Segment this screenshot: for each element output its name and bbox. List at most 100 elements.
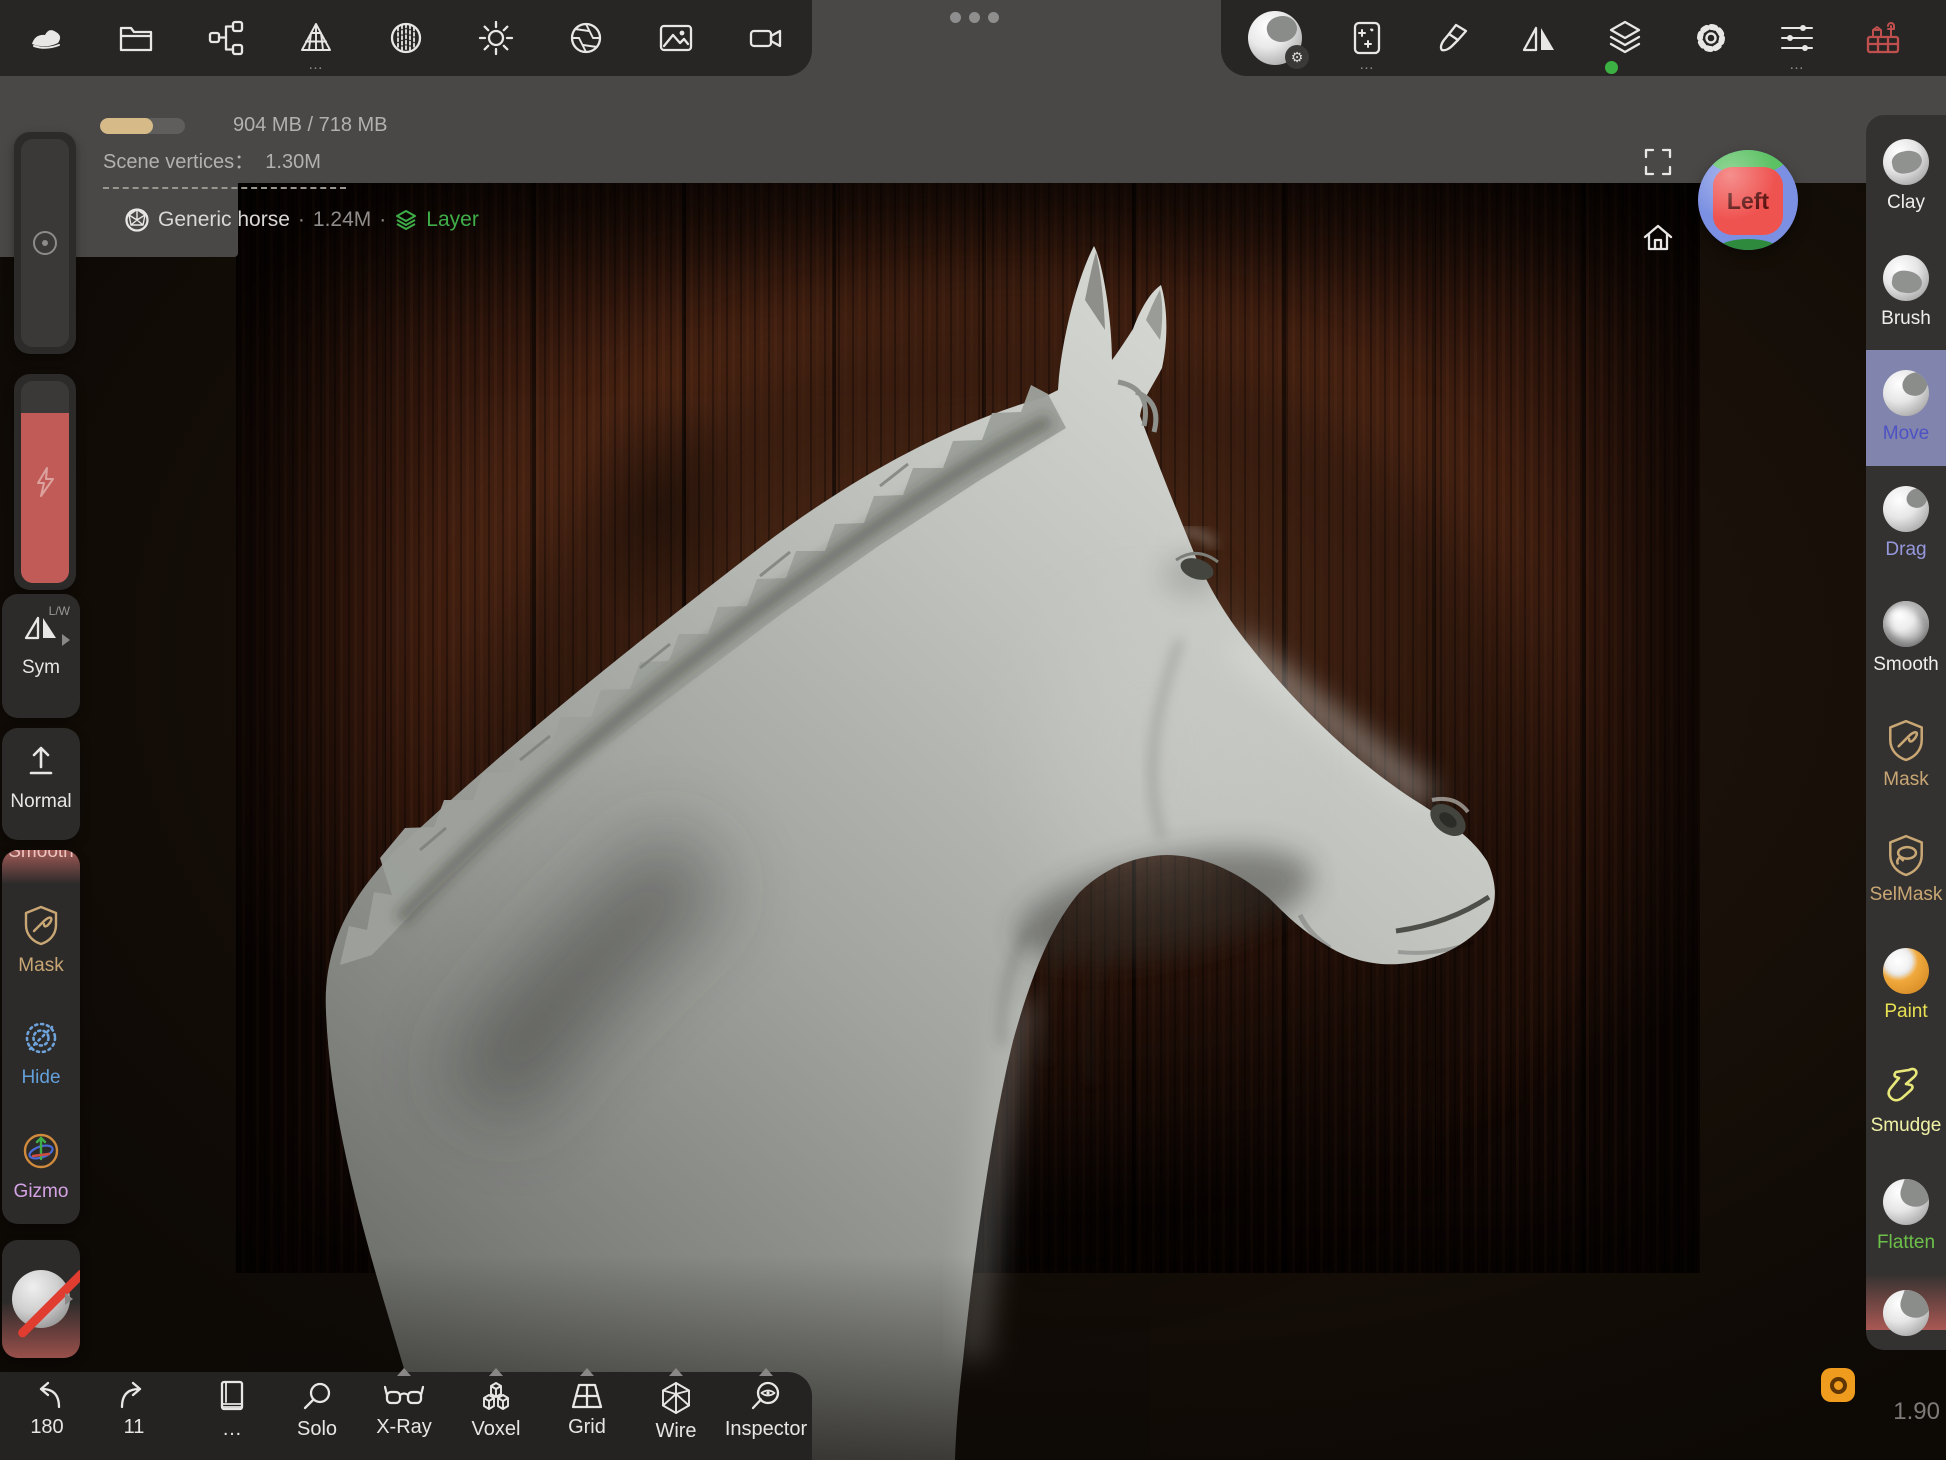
chevron-right-icon bbox=[62, 634, 76, 646]
stroke-normal-button[interactable]: Normal bbox=[2, 728, 80, 840]
unsaved-dot bbox=[1605, 61, 1618, 74]
caret-up-icon bbox=[669, 1368, 683, 1376]
material-none-button[interactable] bbox=[2, 1240, 80, 1358]
redo-button[interactable]: 11 bbox=[88, 1380, 180, 1439]
scene-graph-icon[interactable] bbox=[204, 16, 248, 60]
tool-brush[interactable]: Brush bbox=[1866, 235, 1946, 351]
mask-shield-icon bbox=[1885, 718, 1927, 762]
stamps-button[interactable]: … bbox=[1345, 16, 1389, 60]
gear-badge-icon: ⚙ bbox=[1285, 45, 1309, 69]
camera-icon[interactable] bbox=[744, 16, 788, 60]
matcap-sphere-icon: ⚙ bbox=[1248, 11, 1302, 65]
home-view-button[interactable] bbox=[1640, 220, 1676, 256]
tool-flatten[interactable]: Flatten bbox=[1866, 1159, 1946, 1275]
brush-sphere-icon bbox=[1883, 255, 1929, 301]
intensity-slider[interactable] bbox=[14, 374, 76, 590]
grid-button[interactable]: Grid bbox=[541, 1380, 633, 1439]
paint-mode-button[interactable] bbox=[1431, 16, 1475, 60]
fullscreen-button[interactable] bbox=[1640, 144, 1676, 180]
tool-smooth[interactable]: Smooth bbox=[2, 850, 80, 884]
sym-mode-label: L/W bbox=[49, 604, 70, 618]
mask-shield-icon bbox=[21, 904, 61, 946]
sphere-icon bbox=[1883, 1290, 1929, 1336]
undo-button[interactable]: 180 bbox=[1, 1380, 93, 1439]
tool-paint[interactable]: Paint bbox=[1866, 928, 1946, 1044]
flatten-sphere-icon bbox=[1883, 1179, 1929, 1225]
solo-button[interactable]: Solo bbox=[271, 1380, 363, 1441]
object-vertex-count: 1.24M bbox=[313, 208, 371, 232]
divider-dashed bbox=[103, 187, 346, 189]
tool-hide[interactable]: Hide bbox=[2, 997, 80, 1110]
radius-slider[interactable] bbox=[14, 132, 76, 354]
tool-smooth[interactable]: Smooth bbox=[1866, 581, 1946, 697]
caret-up-icon bbox=[489, 1368, 503, 1376]
tool-clay[interactable]: Clay bbox=[1866, 119, 1946, 235]
memory-usage-text: 904 MB / 718 MB bbox=[233, 114, 388, 137]
layers-button[interactable] bbox=[1603, 16, 1647, 60]
tool-selmask[interactable]: SelMask bbox=[1866, 812, 1946, 928]
object-header[interactable]: Generic horse · 1.24M · Layer bbox=[124, 207, 479, 233]
lighting-icon[interactable] bbox=[474, 16, 518, 60]
main-toolbar-left: … bbox=[0, 0, 812, 76]
sym-label: Sym bbox=[2, 657, 80, 679]
object-name: Generic horse bbox=[158, 208, 290, 232]
tool-mask[interactable]: Mask bbox=[1866, 697, 1946, 813]
smooth-sphere-icon bbox=[1883, 601, 1929, 647]
hide-dotted-icon bbox=[21, 1018, 61, 1058]
view-scale-value: 1.90 bbox=[1860, 1398, 1940, 1426]
selmask-shield-icon bbox=[1885, 833, 1927, 877]
wire-button[interactable]: Wire bbox=[630, 1380, 722, 1443]
caret-up-icon bbox=[397, 1368, 411, 1376]
gizmo-axes-icon bbox=[20, 1130, 62, 1172]
clay-sphere-icon bbox=[1883, 139, 1929, 185]
tool-smudge[interactable]: Smudge bbox=[1866, 1043, 1946, 1159]
files-icon[interactable] bbox=[114, 16, 158, 60]
voxel-button[interactable]: Voxel bbox=[450, 1380, 542, 1441]
material-icon[interactable] bbox=[384, 16, 428, 60]
material-sphere-icon bbox=[12, 1270, 70, 1328]
layer-icon bbox=[394, 208, 418, 232]
inspector-button[interactable]: Inspector bbox=[720, 1380, 812, 1441]
layer-label[interactable]: Layer bbox=[426, 208, 479, 232]
tool-drag[interactable]: Drag bbox=[1866, 466, 1946, 582]
left-tool-list[interactable]: Smooth Mask Hide Gizmo bbox=[2, 850, 80, 1224]
tool-mask[interactable]: Mask bbox=[2, 884, 80, 997]
main-toolbar-right: ⚙ … … bbox=[1221, 0, 1946, 76]
mesh-sphere-icon bbox=[124, 207, 150, 233]
background-image-icon[interactable] bbox=[654, 16, 698, 60]
move-sphere-icon bbox=[1883, 370, 1929, 416]
tool-move[interactable]: Move bbox=[1866, 350, 1946, 466]
multitask-dots-icon bbox=[950, 12, 999, 23]
scene-vertices: Scene vertices： 1.30M bbox=[103, 145, 321, 174]
debug-toolbox-button[interactable] bbox=[1861, 16, 1905, 60]
xray-button[interactable]: X-Ray bbox=[358, 1380, 450, 1439]
normal-label: Normal bbox=[2, 791, 80, 813]
radius-dot-icon bbox=[30, 228, 60, 258]
memory-usage-bar bbox=[100, 118, 185, 134]
caret-up-icon bbox=[580, 1368, 594, 1376]
tool-next-partial[interactable] bbox=[1866, 1274, 1946, 1330]
symmetry-button[interactable] bbox=[1517, 16, 1561, 60]
caret-up-icon bbox=[759, 1368, 773, 1376]
active-tool-preview-button[interactable]: ⚙ bbox=[1247, 16, 1303, 60]
memory-bar-fill bbox=[100, 118, 153, 134]
gizmo-shine bbox=[1698, 150, 1798, 250]
lightning-icon bbox=[30, 465, 60, 499]
paint-sphere-icon bbox=[1883, 948, 1929, 994]
record-badge-button[interactable] bbox=[1821, 1368, 1855, 1402]
topology-icon[interactable]: … bbox=[294, 16, 338, 60]
settings-button[interactable] bbox=[1689, 16, 1733, 60]
notes-button[interactable]: … bbox=[186, 1380, 278, 1441]
symmetry-button[interactable]: L/W Sym bbox=[2, 594, 80, 718]
bottom-toolbar: 180 11 … Solo X-Ray Voxel Grid Wire Insp… bbox=[0, 1372, 812, 1460]
interface-sliders-button[interactable]: … bbox=[1775, 16, 1819, 60]
normal-arrow-icon bbox=[22, 742, 60, 778]
orientation-gizmo[interactable]: Left bbox=[1698, 150, 1798, 250]
chevron-right-icon bbox=[65, 1293, 79, 1305]
smudge-finger-icon bbox=[1884, 1064, 1928, 1108]
postprocess-icon[interactable] bbox=[564, 16, 608, 60]
nomad-logo-icon[interactable] bbox=[24, 16, 68, 60]
drag-sphere-icon bbox=[1883, 486, 1929, 532]
tool-sidebar[interactable]: Clay Brush Move Drag Smooth Mask SelMask… bbox=[1866, 115, 1946, 1350]
tool-gizmo[interactable]: Gizmo bbox=[2, 1110, 80, 1223]
